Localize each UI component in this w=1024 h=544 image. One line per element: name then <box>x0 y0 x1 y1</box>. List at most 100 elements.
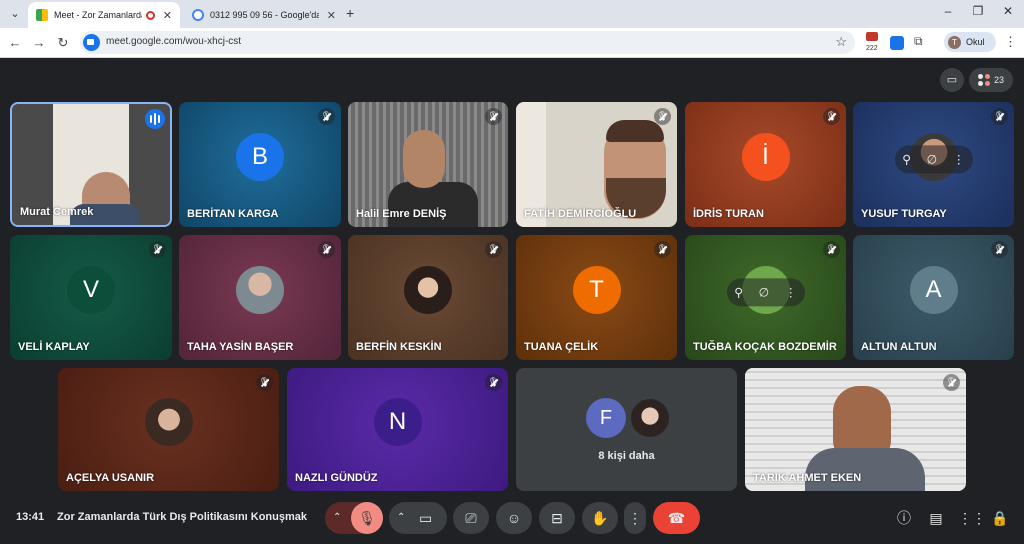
reactions-button[interactable]: ☺ <box>496 502 532 534</box>
raise-hand-button[interactable]: ✋ <box>582 502 618 534</box>
participant-tile[interactable]: Murat Cemrek <box>10 102 172 227</box>
participant-name: Halil Emre DENİŞ <box>356 208 447 220</box>
participant-tile[interactable]: İ 🎙 İDRİS TURAN <box>685 102 846 227</box>
more-participants-label: 8 kişi daha <box>598 450 655 462</box>
participants-button[interactable]: 23 <box>969 68 1013 92</box>
camera-control[interactable]: ⌃ ▭ <box>389 502 447 534</box>
participant-avatar <box>629 397 671 439</box>
maximize-button[interactable]: ❐ <box>968 4 988 18</box>
camera-icon: ▭ <box>419 510 433 526</box>
captions-icon: ⊟ <box>551 510 563 526</box>
meet-favicon-icon <box>36 9 48 21</box>
participant-tile[interactable]: V 🎙 VELİ KAPLAY <box>10 235 172 360</box>
participant-avatar <box>144 397 193 446</box>
participant-avatar: F <box>586 398 626 438</box>
mic-muted-icon: 🎙 <box>943 374 960 391</box>
activities-icon[interactable]: ⋮⋮ <box>958 508 986 528</box>
mic-off-icon: 🎙 <box>358 510 376 526</box>
camera-off-icon[interactable]: ▭ <box>940 68 964 92</box>
close-tab-icon[interactable]: ✕ <box>163 9 172 22</box>
participant-count: 23 <box>993 75 1004 85</box>
emoji-icon: ☺ <box>506 510 522 526</box>
extension-badge: 222 <box>866 45 878 52</box>
address-bar-row: ← → ↻ meet.google.com/wou-xhcj-cst ☆ ⧉ <box>0 28 1024 58</box>
participant-name: TAHA YASİN BAŞER <box>187 341 294 353</box>
more-options-icon[interactable]: ⋮ <box>785 285 797 299</box>
bookmark-star-icon[interactable]: ☆ <box>835 34 847 50</box>
people-icon <box>977 74 990 86</box>
participant-name: İDRİS TURAN <box>693 208 764 220</box>
forward-icon[interactable]: → <box>31 35 47 50</box>
recording-indicator-icon <box>145 10 155 20</box>
chat-icon[interactable]: ▤ <box>926 508 946 528</box>
mic-options-chevron-icon[interactable]: ⌃ <box>333 502 341 534</box>
pin-icon[interactable]: ⚲ <box>734 285 743 299</box>
participant-tile[interactable]: 🎙 TARIK AHMET EKEN <box>745 368 966 491</box>
mic-muted-icon: 🎙 <box>654 241 671 258</box>
extensions-puzzle-icon[interactable]: ⧉ <box>914 34 923 49</box>
participant-name: FATİH DEMİRCİOĞLU <box>524 208 637 220</box>
pin-icon[interactable]: ⚲ <box>902 152 911 166</box>
participant-tile[interactable]: 🎙 Halil Emre DENİŞ <box>348 102 508 227</box>
calendar-extension-icon[interactable] <box>866 32 878 41</box>
mic-off-button[interactable]: 🎙 <box>351 502 383 534</box>
participant-tile[interactable]: A 🎙 ALTUN ALTUN <box>853 235 1014 360</box>
participant-tile[interactable]: 🎙 FATİH DEMİRCİOĞLU <box>516 102 677 227</box>
participant-avatar <box>404 265 452 314</box>
more-participants-tile[interactable]: F 8 kişi daha <box>516 368 737 491</box>
close-tab-icon[interactable]: ✕ <box>327 9 336 22</box>
leave-call-button[interactable]: ☎ <box>653 502 700 534</box>
profile-button[interactable]: T Okul <box>944 32 996 52</box>
participant-name: NAZLI GÜNDÜZ <box>295 472 378 484</box>
meeting-time: 13:41 <box>16 511 45 523</box>
site-info-icon[interactable] <box>83 34 100 51</box>
tab-meet[interactable]: Meet - Zor Zamanlarda Türk ✕ <box>28 2 180 28</box>
new-tab-button[interactable]: + <box>346 5 354 21</box>
tab-title: Meet - Zor Zamanlarda Türk <box>54 10 142 20</box>
close-window-button[interactable]: ✕ <box>998 4 1018 18</box>
meeting-info-icon[interactable]: ⓘ <box>894 508 914 528</box>
tile-hover-controls[interactable]: ⚲ ∅ ⋮ <box>726 277 805 306</box>
reload-icon[interactable]: ↻ <box>55 35 71 51</box>
participant-tile[interactable]: 🎙 AÇELYA USANIR <box>58 368 279 491</box>
mic-muted-icon: 🎙 <box>991 241 1008 258</box>
minimize-button[interactable]: – <box>938 4 958 18</box>
participant-name: Murat Cemrek <box>20 206 94 218</box>
mute-icon[interactable]: ∅ <box>759 285 769 299</box>
participant-name: ALTUN ALTUN <box>861 341 937 353</box>
participant-tile[interactable]: ⚲ ∅ ⋮ 🎙 TUĞBA KOÇAK BOZDEMİR <box>685 235 846 360</box>
mic-muted-icon: 🎙 <box>318 108 335 125</box>
participant-tile[interactable]: B 🎙 BERİTAN KARGA <box>179 102 341 227</box>
participant-avatar: V <box>67 265 115 314</box>
hand-icon: ✋ <box>591 510 609 526</box>
tab-google-search[interactable]: 0312 995 09 56 - Google'da Ara ✕ <box>184 2 344 28</box>
mic-muted-icon: 🎙 <box>485 241 502 258</box>
participant-tile[interactable]: 🎙 BERFİN KESKİN <box>348 235 508 360</box>
speaking-indicator-icon <box>145 109 165 129</box>
captions-button[interactable]: ⊟ <box>539 502 575 534</box>
translate-extension-icon[interactable] <box>890 36 904 50</box>
browser-menu-icon[interactable]: ⋮ <box>1004 34 1017 50</box>
participant-name: BERİTAN KARGA <box>187 208 279 220</box>
host-controls-lock-icon[interactable]: 🔒 <box>990 508 1010 528</box>
url-field[interactable]: meet.google.com/wou-xhcj-cst ☆ <box>80 31 855 54</box>
participant-avatar: T <box>572 265 621 314</box>
present-screen-icon: ⎚ <box>465 510 477 526</box>
back-icon[interactable]: ← <box>7 35 23 50</box>
participant-avatar: İ <box>741 132 790 181</box>
mic-muted-icon: 🎙 <box>256 374 273 391</box>
more-options-icon[interactable]: ⋮ <box>953 152 965 166</box>
tile-hover-controls[interactable]: ⚲ ∅ ⋮ <box>894 144 973 173</box>
present-screen-button[interactable]: ⎚ <box>453 502 489 534</box>
more-options-button[interactable]: ⋮ <box>624 502 646 534</box>
participant-tile[interactable]: N 🎙 NAZLI GÜNDÜZ <box>287 368 508 491</box>
participant-tile[interactable]: 🎙 TAHA YASİN BAŞER <box>179 235 341 360</box>
participant-tile[interactable]: T 🎙 TUANA ÇELİK <box>516 235 677 360</box>
mute-icon[interactable]: ∅ <box>927 152 937 166</box>
participant-name: AÇELYA USANIR <box>66 472 155 484</box>
participant-name: TARIK AHMET EKEN <box>753 472 862 484</box>
tab-search-button[interactable]: ⌄ <box>6 5 24 23</box>
participant-tile[interactable]: ⚲ ∅ ⋮ 🎙 YUSUF TURGAY <box>853 102 1014 227</box>
more-options-icon: ⋮ <box>628 510 642 526</box>
camera-options-chevron-icon[interactable]: ⌃ <box>397 502 405 534</box>
